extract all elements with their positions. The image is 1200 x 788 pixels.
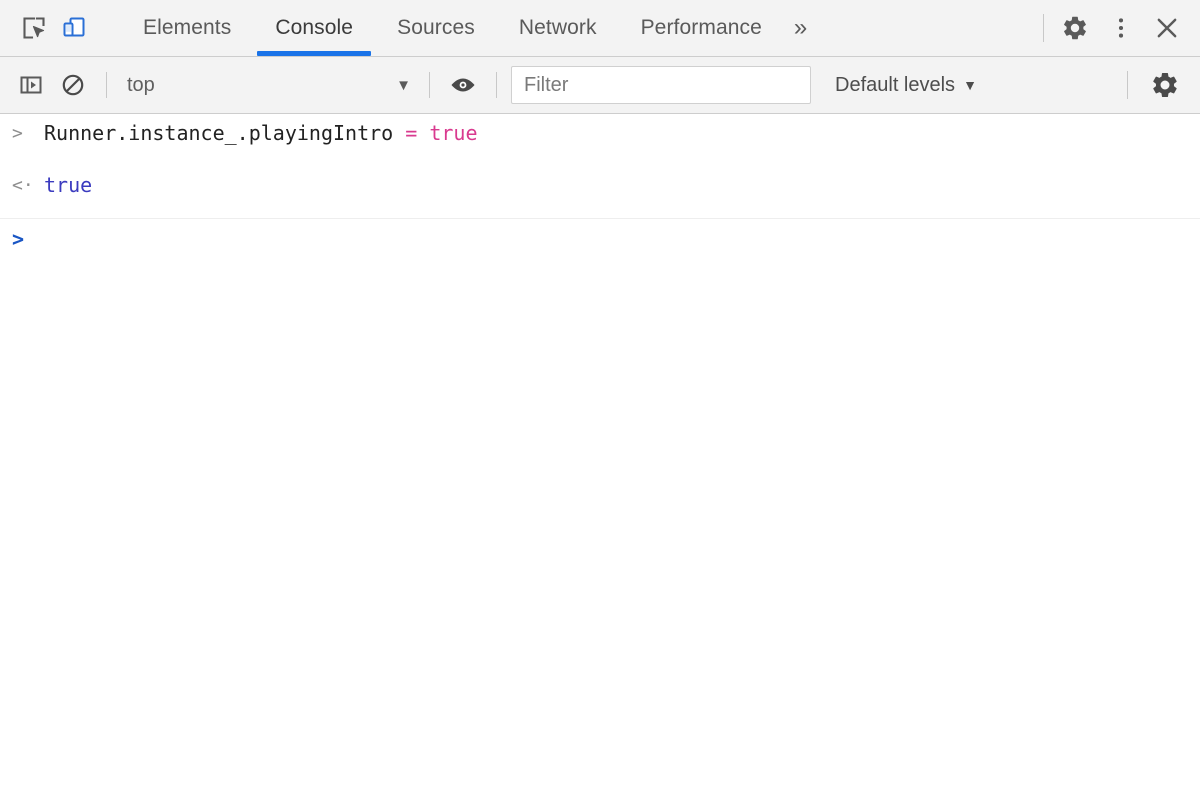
console-empty-area[interactable]	[0, 273, 1200, 788]
tab-console[interactable]: Console	[253, 0, 375, 56]
console-input-value: true	[429, 121, 478, 145]
tab-network-label: Network	[518, 16, 597, 39]
console-input-expression: Runner.instance_.playingIntro	[44, 121, 394, 145]
execution-context-value: top	[127, 73, 155, 96]
console-prompt-caret-icon: >	[12, 227, 25, 251]
filter-text-field[interactable]	[522, 72, 800, 98]
console-input-operator: =	[393, 121, 430, 145]
console-toolbar-divider-2	[429, 72, 430, 98]
console-settings-gear-icon[interactable]	[1144, 64, 1186, 106]
execution-context-selector[interactable]: top ▼	[119, 68, 417, 102]
console-result-value: true	[44, 173, 93, 197]
console-toolbar-divider-4	[1127, 71, 1128, 99]
panel-tabs: Elements Console Sources Network Perform…	[121, 0, 823, 56]
console-toolbar-divider-3	[496, 72, 497, 98]
console-toolbar: top ▼ Default levels ▼	[0, 57, 1200, 114]
console-sidebar-toggle-icon[interactable]	[10, 64, 52, 106]
tab-performance[interactable]: Performance	[619, 0, 784, 56]
console-prompt[interactable]: >	[0, 219, 1200, 273]
clear-console-icon[interactable]	[52, 64, 94, 106]
tabbar-right-icons	[1039, 0, 1200, 56]
filter-input[interactable]	[511, 66, 811, 104]
console-input-text: Runner.instance_.playingIntro = true	[44, 120, 478, 147]
more-tabs-chevron-icon[interactable]: »	[784, 0, 823, 56]
tab-performance-label: Performance	[640, 16, 762, 39]
tabbar-left-icons	[0, 0, 117, 56]
console-result-message[interactable]: <· true	[0, 166, 1200, 219]
devtools-window: Elements Console Sources Network Perform…	[0, 0, 1200, 788]
console-result-marker: <·	[12, 175, 34, 196]
chevron-down-icon: ▼	[396, 76, 411, 94]
log-levels-label: Default levels	[835, 73, 956, 96]
tab-elements[interactable]: Elements	[121, 0, 253, 56]
console-toolbar-divider-1	[106, 72, 107, 98]
console-toolbar-right	[1127, 64, 1200, 106]
devtools-tab-bar: Elements Console Sources Network Perform…	[0, 0, 1200, 57]
log-levels-selector[interactable]: Default levels ▼	[829, 70, 983, 101]
tab-sources[interactable]: Sources	[375, 0, 497, 56]
console-message-list: > Runner.instance_.playingIntro = true <…	[0, 114, 1200, 788]
device-toolbar-icon[interactable]	[54, 8, 94, 48]
tab-elements-label: Elements	[143, 16, 232, 39]
chevron-down-icon: ▼	[963, 77, 977, 93]
more-tabs-label: »	[793, 14, 808, 41]
kebab-menu-icon[interactable]	[1098, 5, 1144, 51]
console-input-message[interactable]: > Runner.instance_.playingIntro = true	[0, 114, 1200, 166]
eye-icon[interactable]	[442, 64, 484, 106]
tabbar-right-divider	[1043, 14, 1044, 42]
gear-icon[interactable]	[1052, 5, 1098, 51]
tab-network[interactable]: Network	[497, 0, 619, 56]
close-icon[interactable]	[1144, 5, 1190, 51]
console-input-marker: >	[12, 123, 23, 144]
tab-sources-label: Sources	[397, 16, 475, 39]
inspect-element-icon[interactable]	[14, 8, 54, 48]
tab-console-label: Console	[275, 16, 354, 39]
console-prompt-input[interactable]	[44, 227, 1200, 251]
